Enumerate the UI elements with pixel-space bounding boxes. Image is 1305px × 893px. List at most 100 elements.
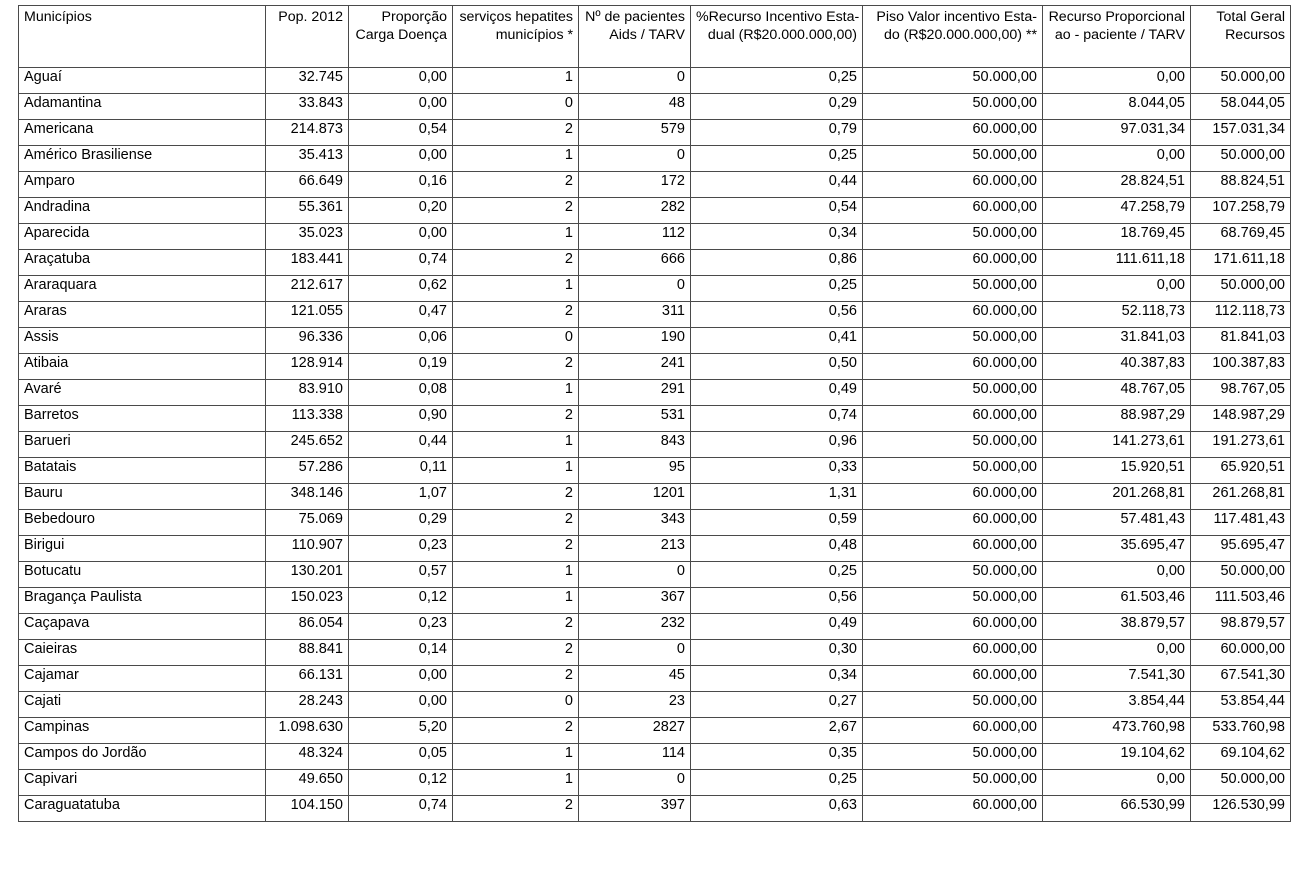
cell-proporcao[interactable]: 0,00 bbox=[348, 665, 453, 692]
cell-total_geral[interactable]: 117.481,43 bbox=[1190, 509, 1291, 536]
cell-pacientes[interactable]: 0 bbox=[578, 769, 691, 796]
cell-pacientes[interactable]: 23 bbox=[578, 691, 691, 718]
cell-piso_valor[interactable]: 60.000,00 bbox=[862, 353, 1043, 380]
cell-pct_recurso[interactable]: 0,49 bbox=[690, 379, 863, 406]
cell-piso_valor[interactable]: 60.000,00 bbox=[862, 613, 1043, 640]
cell-pct_recurso[interactable]: 0,56 bbox=[690, 301, 863, 328]
cell-pacientes[interactable]: 531 bbox=[578, 405, 691, 432]
cell-recurso_prop[interactable]: 35.695,47 bbox=[1042, 535, 1191, 562]
cell-proporcao[interactable]: 1,07 bbox=[348, 483, 453, 510]
cell-municipio[interactable]: Atibaia bbox=[18, 353, 266, 380]
column-header-pop-2012[interactable]: Pop. 2012 bbox=[265, 5, 349, 68]
cell-servicos[interactable]: 2 bbox=[452, 665, 579, 692]
table-row[interactable]: Barretos 113.338 0,90 2 531 0,74 60.000,00 88.9… bbox=[18, 405, 1291, 432]
cell-recurso_prop[interactable]: 38.879,57 bbox=[1042, 613, 1191, 640]
cell-servicos[interactable]: 1 bbox=[452, 379, 579, 406]
table-row[interactable]: Bragança Paulista 150.023 0,12 1 367 0,56 50.0… bbox=[18, 587, 1291, 614]
table-row[interactable]: Araçatuba 183.441 0,74 2 666 0,86 60.000,00 111… bbox=[18, 249, 1291, 276]
cell-pop2012[interactable]: 110.907 bbox=[265, 535, 349, 562]
cell-total_geral[interactable]: 107.258,79 bbox=[1190, 197, 1291, 224]
cell-pct_recurso[interactable]: 0,30 bbox=[690, 639, 863, 666]
cell-pop2012[interactable]: 66.649 bbox=[265, 171, 349, 198]
cell-municipio[interactable]: Botucatu bbox=[18, 561, 266, 588]
cell-servicos[interactable]: 1 bbox=[452, 223, 579, 250]
cell-servicos[interactable]: 1 bbox=[452, 275, 579, 302]
cell-servicos[interactable]: 0 bbox=[452, 691, 579, 718]
cell-pacientes[interactable]: 0 bbox=[578, 561, 691, 588]
cell-total_geral[interactable]: 60.000,00 bbox=[1190, 639, 1291, 666]
cell-servicos[interactable]: 2 bbox=[452, 483, 579, 510]
cell-recurso_prop[interactable]: 7.541,30 bbox=[1042, 665, 1191, 692]
cell-servicos[interactable]: 0 bbox=[452, 327, 579, 354]
cell-municipio[interactable]: Araraquara bbox=[18, 275, 266, 302]
cell-total_geral[interactable]: 148.987,29 bbox=[1190, 405, 1291, 432]
cell-piso_valor[interactable]: 50.000,00 bbox=[862, 431, 1043, 458]
table-row[interactable]: Amparo 66.649 0,16 2 172 0,44 60.000,00 28.824,… bbox=[18, 171, 1291, 198]
cell-pop2012[interactable]: 75.069 bbox=[265, 509, 349, 536]
cell-proporcao[interactable]: 0,00 bbox=[348, 93, 453, 120]
table-row[interactable]: Adamantina 33.843 0,00 0 48 0,29 50.000,00 8.04… bbox=[18, 93, 1291, 120]
cell-pacientes[interactable]: 190 bbox=[578, 327, 691, 354]
cell-pct_recurso[interactable]: 0,34 bbox=[690, 223, 863, 250]
column-header-pacientes-aids-tarv[interactable]: Nº de pacientes Aids / TARV bbox=[578, 5, 691, 68]
cell-proporcao[interactable]: 0,47 bbox=[348, 301, 453, 328]
table-row[interactable]: Batatais 57.286 0,11 1 95 0,33 50.000,00 15.920… bbox=[18, 457, 1291, 484]
cell-pop2012[interactable]: 183.441 bbox=[265, 249, 349, 276]
cell-pop2012[interactable]: 28.243 bbox=[265, 691, 349, 718]
cell-pop2012[interactable]: 214.873 bbox=[265, 119, 349, 146]
column-header-recurso-proporcional[interactable]: Recurso Proporcional ao - paciente / TAR… bbox=[1042, 5, 1191, 68]
cell-piso_valor[interactable]: 50.000,00 bbox=[862, 223, 1043, 250]
cell-total_geral[interactable]: 50.000,00 bbox=[1190, 769, 1291, 796]
cell-recurso_prop[interactable]: 48.767,05 bbox=[1042, 379, 1191, 406]
cell-total_geral[interactable]: 171.611,18 bbox=[1190, 249, 1291, 276]
cell-municipio[interactable]: Caraguatatuba bbox=[18, 795, 266, 822]
cell-pacientes[interactable]: 311 bbox=[578, 301, 691, 328]
cell-proporcao[interactable]: 0,11 bbox=[348, 457, 453, 484]
cell-municipio[interactable]: Cajamar bbox=[18, 665, 266, 692]
cell-recurso_prop[interactable]: 473.760,98 bbox=[1042, 717, 1191, 744]
cell-total_geral[interactable]: 533.760,98 bbox=[1190, 717, 1291, 744]
cell-piso_valor[interactable]: 60.000,00 bbox=[862, 405, 1043, 432]
cell-proporcao[interactable]: 0,74 bbox=[348, 249, 453, 276]
cell-pacientes[interactable]: 48 bbox=[578, 93, 691, 120]
cell-piso_valor[interactable]: 60.000,00 bbox=[862, 639, 1043, 666]
cell-piso_valor[interactable]: 60.000,00 bbox=[862, 509, 1043, 536]
cell-servicos[interactable]: 2 bbox=[452, 301, 579, 328]
cell-pop2012[interactable]: 150.023 bbox=[265, 587, 349, 614]
cell-recurso_prop[interactable]: 111.611,18 bbox=[1042, 249, 1191, 276]
cell-servicos[interactable]: 2 bbox=[452, 405, 579, 432]
column-header-municipios[interactable]: Municípios bbox=[18, 5, 266, 68]
cell-pct_recurso[interactable]: 0,56 bbox=[690, 587, 863, 614]
cell-pacientes[interactable]: 282 bbox=[578, 197, 691, 224]
cell-proporcao[interactable]: 0,90 bbox=[348, 405, 453, 432]
cell-recurso_prop[interactable]: 97.031,34 bbox=[1042, 119, 1191, 146]
cell-servicos[interactable]: 1 bbox=[452, 561, 579, 588]
column-header-pct-recurso-incentivo-estadual[interactable]: %Recurso Incentivo Esta- dual (R$20.000.… bbox=[690, 5, 863, 68]
cell-pacientes[interactable]: 232 bbox=[578, 613, 691, 640]
cell-total_geral[interactable]: 67.541,30 bbox=[1190, 665, 1291, 692]
cell-proporcao[interactable]: 0,74 bbox=[348, 795, 453, 822]
table-row[interactable]: Assis 96.336 0,06 0 190 0,41 50.000,00 31.841,0… bbox=[18, 327, 1291, 354]
cell-municipio[interactable]: Capivari bbox=[18, 769, 266, 796]
cell-recurso_prop[interactable]: 0,00 bbox=[1042, 145, 1191, 172]
cell-servicos[interactable]: 1 bbox=[452, 145, 579, 172]
cell-pop2012[interactable]: 130.201 bbox=[265, 561, 349, 588]
cell-pct_recurso[interactable]: 0,33 bbox=[690, 457, 863, 484]
cell-recurso_prop[interactable]: 31.841,03 bbox=[1042, 327, 1191, 354]
cell-municipio[interactable]: Assis bbox=[18, 327, 266, 354]
cell-total_geral[interactable]: 81.841,03 bbox=[1190, 327, 1291, 354]
cell-piso_valor[interactable]: 60.000,00 bbox=[862, 717, 1043, 744]
cell-recurso_prop[interactable]: 141.273,61 bbox=[1042, 431, 1191, 458]
cell-pct_recurso[interactable]: 0,25 bbox=[690, 769, 863, 796]
cell-proporcao[interactable]: 0,16 bbox=[348, 171, 453, 198]
cell-total_geral[interactable]: 100.387,83 bbox=[1190, 353, 1291, 380]
cell-municipio[interactable]: Bauru bbox=[18, 483, 266, 510]
cell-pct_recurso[interactable]: 0,25 bbox=[690, 275, 863, 302]
cell-servicos[interactable]: 1 bbox=[452, 431, 579, 458]
cell-total_geral[interactable]: 88.824,51 bbox=[1190, 171, 1291, 198]
cell-total_geral[interactable]: 50.000,00 bbox=[1190, 67, 1291, 94]
cell-pct_recurso[interactable]: 0,63 bbox=[690, 795, 863, 822]
table-row[interactable]: Campos do Jordão 48.324 0,05 1 114 0,35 50.000… bbox=[18, 743, 1291, 770]
cell-municipio[interactable]: Amparo bbox=[18, 171, 266, 198]
cell-municipio[interactable]: Caçapava bbox=[18, 613, 266, 640]
